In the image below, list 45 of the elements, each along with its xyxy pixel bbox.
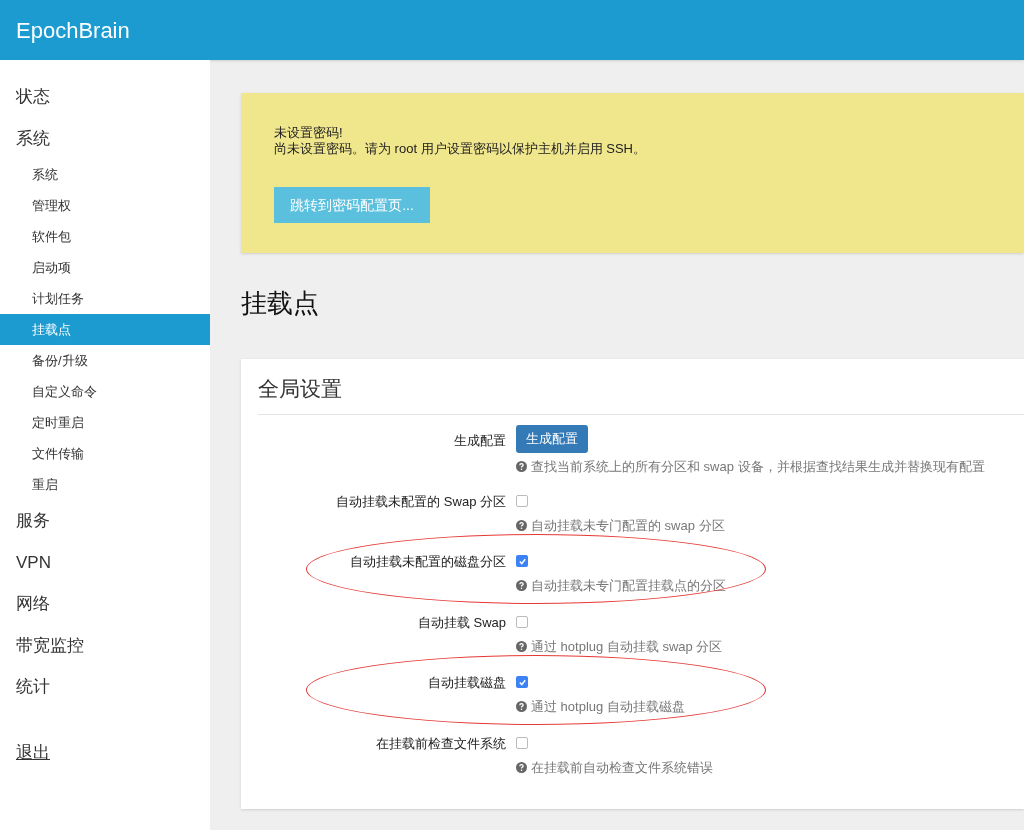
help-text: 通过 hotplug 自动挂载磁盘 [531,698,685,716]
sidebar-subitem[interactable]: 自定义命令 [0,376,210,407]
page-title: 挂载点 [241,287,320,320]
help-icon [516,640,527,652]
alert-message: 尚未设置密码。请为 root 用户设置密码以保护主机并启用 SSH。 [274,141,647,157]
generate-config-button[interactable]: 生成配置 [516,425,588,453]
sidebar-subitem[interactable]: 启动项 [0,252,210,283]
sidebar-item[interactable]: 状态 [0,76,210,118]
checkbox[interactable] [516,615,528,628]
section-title: 全局设置 [258,373,1024,415]
sidebar-subitem[interactable]: 定时重启 [0,407,210,438]
help-text: 查找当前系统上的所有分区和 swap 设备，并根据查找结果生成并替换现有配置 [531,458,985,476]
help-text: 自动挂载未专门配置的 swap 分区 [531,516,725,535]
sidebar-subitem[interactable]: 计划任务 [0,283,210,314]
checkbox[interactable] [516,555,528,567]
sidebar-item[interactable]: 统计 [0,666,210,708]
sidebar-subitem[interactable]: 管理权 [0,190,210,221]
sidebar-subitem[interactable]: 软件包 [0,221,210,252]
help-icon [516,761,527,773]
sidebar-item[interactable]: 带宽监控 [0,624,210,666]
field-label: 在挂载前检查文件系统 [375,734,507,753]
sidebar-subitem[interactable]: 重启 [0,469,210,500]
logout-link[interactable]: 退出 [16,742,50,762]
checkbox[interactable] [516,676,528,688]
field-label: 自动挂载未配置的 Swap 分区 [335,492,507,511]
help-text: 在挂载前自动检查文件系统错误 [531,758,713,777]
help-icon [516,519,527,531]
checkbox[interactable] [516,494,528,507]
sidebar-subitem[interactable]: 备份/升级 [0,345,210,376]
help-icon [516,580,527,592]
sidebar-item[interactable]: 服务 [0,500,210,542]
sidebar-subitem[interactable]: 系统 [0,159,210,190]
help-icon [516,461,527,473]
sidebar-subitem[interactable]: 文件传输 [0,438,210,469]
checkbox[interactable] [516,736,528,749]
field-label: 生成配置 [453,432,507,450]
sidebar-item[interactable]: VPN [0,541,210,583]
field-label: 自动挂载磁盘 [427,674,507,692]
help-icon [516,701,527,713]
alert-title: 未设置密码! [274,125,344,141]
help-text: 通过 hotplug 自动挂载 swap 分区 [531,637,723,656]
sidebar-item[interactable]: 网络 [0,583,210,625]
sidebar-item[interactable]: 系统 [0,117,210,159]
field-label: 自动挂载 Swap [416,613,507,632]
field-label: 自动挂载未配置的磁盘分区 [349,553,507,571]
